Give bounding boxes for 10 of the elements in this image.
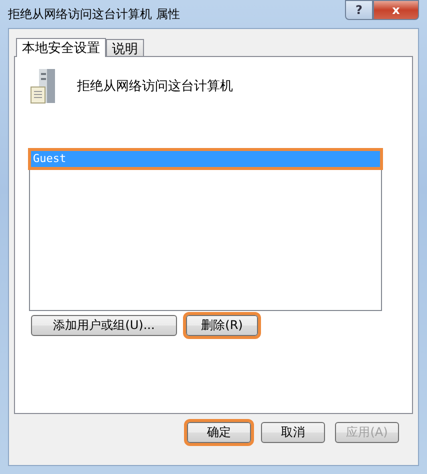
policy-name: 拒绝从网络访问这台计算机 [77,78,233,95]
window-title: 拒绝从网络访问这台计算机 属性 [8,6,180,22]
tab[interactable]: 说明 [106,39,144,56]
help-button[interactable]: ? [345,0,373,20]
dialog-button[interactable]: 确定 [187,422,251,443]
tab[interactable]: 本地安全设置 [16,38,106,57]
close-button[interactable]: x [373,0,419,20]
add-button[interactable]: 添加用户或组(U)... [31,315,177,336]
remove-button[interactable]: 删除(R) [186,315,258,336]
dialog-button[interactable]: 取消 [261,422,325,443]
